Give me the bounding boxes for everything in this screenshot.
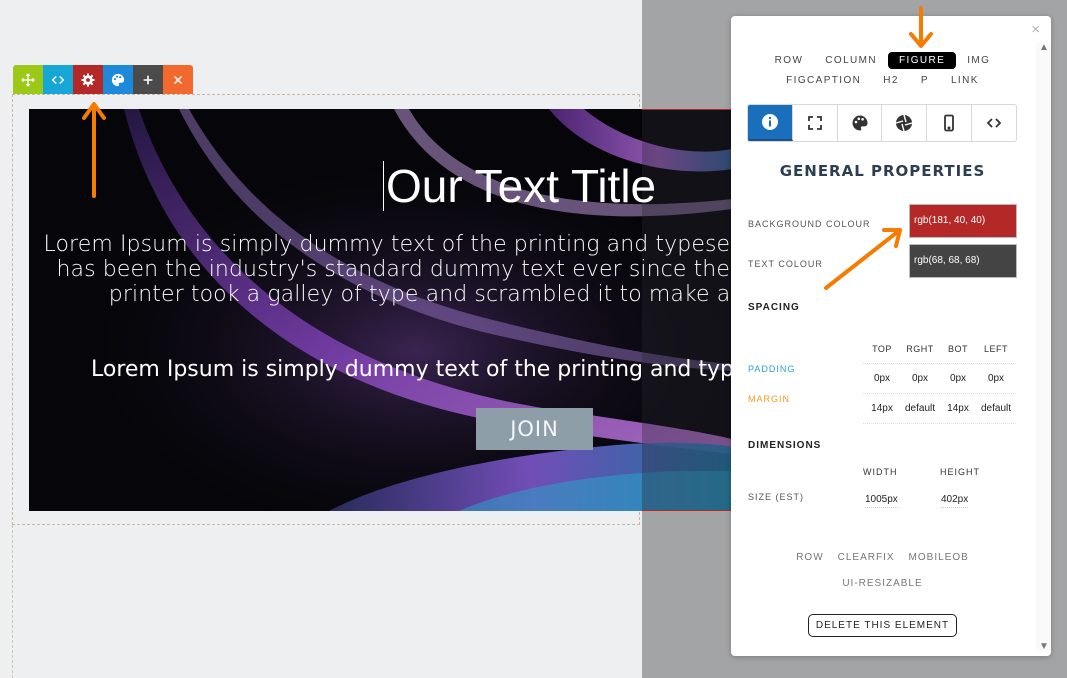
tag-column[interactable]: COLUMN — [814, 52, 888, 69]
dimensions-heading: DIMENSIONS — [748, 440, 822, 451]
width-label: WIDTH — [863, 467, 898, 477]
panel-scrollbar[interactable]: ▲ ▼ — [1036, 42, 1050, 652]
tag-link[interactable]: LINK — [940, 72, 990, 89]
style-button[interactable] — [103, 65, 133, 94]
move-button[interactable] — [13, 65, 43, 94]
padding-bottom-input[interactable]: 0px — [939, 373, 977, 384]
element-tags-row-1: ROW COLUMN FIGURE IMG — [731, 52, 1034, 69]
settings-button[interactable] — [73, 65, 103, 94]
class-clearfix[interactable]: CLEARFIX — [838, 552, 895, 563]
margin-left-input[interactable]: default — [977, 403, 1015, 414]
element-settings-panel: × ▲ ▼ ROW COLUMN FIGURE IMG FIGCAPTION H… — [731, 16, 1051, 656]
spacing-heading: SPACING — [748, 302, 800, 313]
tab-aperture[interactable] — [882, 105, 928, 141]
tab-expand[interactable] — [792, 105, 838, 141]
spacing-grid: TOP RGHT BOT LEFT 0px 0px 0px 0px 14px d… — [863, 334, 1016, 424]
tag-figure[interactable]: FIGURE — [888, 52, 957, 69]
move-icon — [21, 72, 35, 87]
spacing-col-top: TOP — [872, 343, 892, 354]
tag-h2[interactable]: H2 — [872, 72, 910, 89]
hero-title[interactable]: Our Text Title — [383, 161, 656, 211]
join-button[interactable]: JOIN — [476, 408, 593, 450]
selected-figure-outline — [642, 109, 732, 511]
expand-icon — [807, 116, 822, 130]
aperture-icon — [896, 114, 913, 132]
width-value[interactable]: 1005px — [865, 494, 898, 508]
padding-right-input[interactable]: 0px — [901, 373, 939, 384]
close-panel-icon[interactable]: × — [1031, 21, 1040, 38]
class-ui-resizable[interactable]: UI-RESIZABLE — [842, 578, 922, 589]
height-value[interactable]: 402px — [941, 494, 969, 508]
spacing-col-right: RGHT — [906, 343, 934, 354]
text-colour-swatch[interactable]: rgb(68, 68, 68) — [909, 244, 1017, 278]
code-button[interactable] — [43, 65, 73, 94]
padding-top-input[interactable]: 0px — [863, 373, 901, 384]
padding-row: 0px 0px 0px 0px — [863, 364, 1016, 394]
gear-icon — [81, 72, 95, 87]
spacing-col-left: LEFT — [983, 343, 1008, 354]
margin-row: 14px default 14px default — [863, 394, 1016, 424]
code-icon — [51, 75, 65, 84]
spacing-col-bottom: BOT — [947, 343, 968, 354]
tag-img[interactable]: IMG — [956, 52, 1001, 69]
class-mobileob[interactable]: MOBILEOB — [909, 552, 969, 563]
background-colour-label: BACKGROUND COLOUR — [748, 219, 871, 229]
hero-figure[interactable]: Our Text Title Lorem Ipsum is simply dum… — [29, 109, 732, 511]
section-title: GENERAL PROPERTIES — [779, 162, 986, 180]
margin-bottom-input[interactable]: 14px — [939, 403, 977, 414]
scroll-down-icon[interactable]: ▼ — [1039, 641, 1049, 652]
class-row[interactable]: ROW — [796, 552, 823, 563]
element-toolbar — [13, 65, 193, 94]
remove-button[interactable] — [163, 65, 193, 94]
tab-code[interactable] — [972, 105, 1016, 141]
info-icon — [761, 114, 778, 130]
padding-label: PADDING — [748, 364, 796, 374]
palette-icon — [111, 73, 125, 86]
size-label: SIZE (EST) — [748, 492, 805, 502]
scroll-up-icon[interactable]: ▲ — [1039, 42, 1049, 53]
add-button[interactable] — [133, 65, 163, 94]
tab-info[interactable] — [748, 105, 793, 141]
delete-element-button[interactable]: DELETE THIS ELEMENT — [808, 614, 957, 637]
hero-paragraph[interactable]: Lorem Ipsum is simply dummy text of the … — [39, 232, 732, 307]
tab-palette[interactable] — [837, 105, 883, 141]
panel-tabs — [747, 104, 1017, 142]
background-colour-swatch[interactable]: rgb(181, 40, 40) — [909, 204, 1017, 238]
margin-right-input[interactable]: default — [901, 403, 939, 414]
column-guide — [12, 525, 13, 678]
mobile-icon — [944, 114, 955, 132]
code-icon — [986, 118, 1002, 128]
tab-mobile[interactable] — [927, 105, 973, 141]
element-tags-row-2: FIGCAPTION H2 P LINK — [731, 72, 1034, 89]
margin-label: MARGIN — [748, 394, 790, 404]
tag-row[interactable]: ROW — [764, 52, 815, 69]
spacing-header-row: TOP RGHT BOT LEFT — [863, 334, 1016, 364]
class-list-row-2: UI-RESIZABLE — [731, 578, 1034, 589]
text-colour-label: TEXT COLOUR — [748, 259, 823, 269]
plus-icon — [143, 75, 153, 84]
padding-left-input[interactable]: 0px — [977, 373, 1015, 384]
tag-figcaption[interactable]: FIGCAPTION — [775, 72, 872, 89]
hero-paragraph-secondary[interactable]: Lorem Ipsum is simply dummy text of the … — [91, 357, 732, 382]
height-label: HEIGHT — [940, 467, 981, 477]
tag-p[interactable]: P — [910, 72, 940, 89]
close-icon — [173, 75, 183, 84]
margin-top-input[interactable]: 14px — [863, 403, 901, 414]
class-list-row-1: ROW CLEARFIX MOBILEOB — [731, 552, 1034, 563]
palette-icon — [852, 115, 868, 131]
